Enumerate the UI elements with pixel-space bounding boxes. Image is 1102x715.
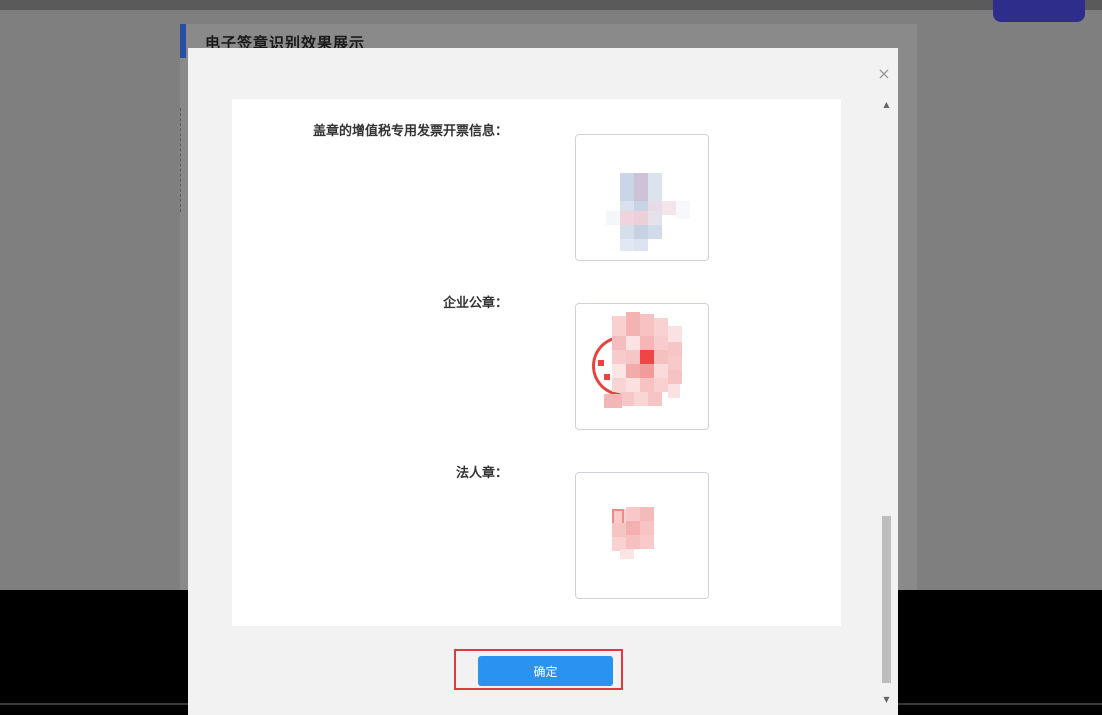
invoice-stamp-image [575, 134, 709, 261]
dialog-scrollbar[interactable]: ▲ ▼ [882, 100, 891, 705]
legal-person-seal-label: 法人章： [228, 464, 508, 484]
page-corner-button[interactable] [993, 0, 1085, 22]
scroll-up-arrow-icon[interactable]: ▲ [882, 100, 891, 110]
page-dashed-divider [180, 108, 182, 212]
scroll-down-arrow-icon[interactable]: ▼ [882, 695, 891, 705]
company-seal-label: 企业公章： [228, 294, 508, 314]
page-top-bar [0, 0, 1102, 10]
legal-person-seal-image [575, 472, 709, 599]
invoice-stamp-label: 盖章的增值税专用发票开票信息： [228, 122, 508, 142]
close-icon[interactable]: × [874, 65, 894, 85]
legal-person-seal-label-text: 法人章： [455, 466, 508, 481]
seal-preview-dialog: × 盖章的增值税专用发票开票信息： 企业公章： 法人章： ▲ ▼ 确定 [188, 48, 898, 715]
scroll-thumb[interactable] [882, 516, 891, 683]
company-seal-image [575, 303, 709, 430]
company-seal-label-text: 企业公章： [442, 296, 508, 311]
invoice-stamp-label-text: 盖章的增值税专用发票开票信息： [312, 124, 508, 139]
section-accent-bar [180, 24, 186, 58]
dialog-body: 盖章的增值税专用发票开票信息： 企业公章： 法人章： [232, 99, 841, 626]
confirm-button[interactable]: 确定 [478, 656, 613, 686]
